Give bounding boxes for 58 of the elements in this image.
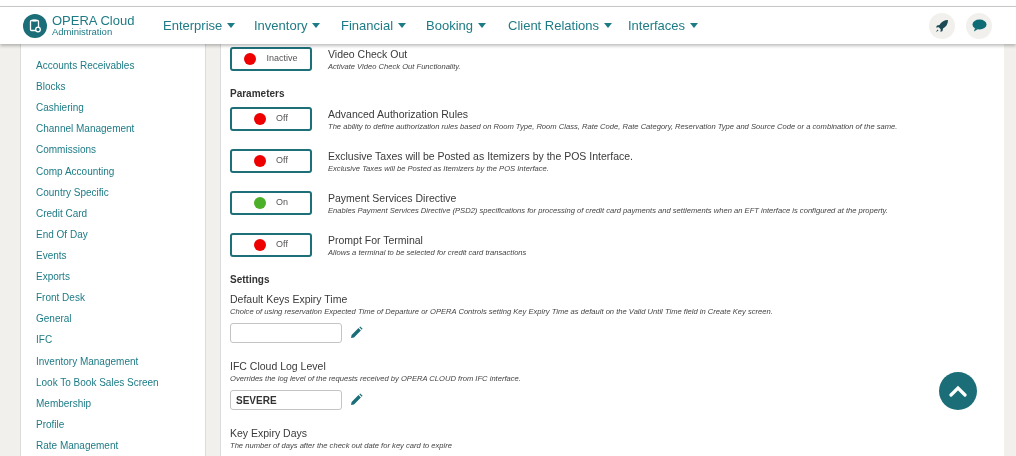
nav-menu[interactable]: Booking (426, 15, 508, 36)
sidebar-link[interactable]: Events (36, 245, 205, 267)
caret-icon (227, 23, 236, 28)
sidebar-link[interactable]: Exports (36, 266, 205, 288)
sidebar-link[interactable]: Comp Accounting (36, 160, 205, 182)
setting-title: IFC Cloud Log Level (230, 359, 327, 373)
caret-icon (690, 23, 699, 28)
setting-title: Video Check Out (328, 47, 409, 61)
sidebar-link[interactable]: Cashiering (36, 97, 205, 119)
sidebar-link[interactable]: Credit Card (36, 202, 205, 224)
status-toggle[interactable]: Off (230, 149, 312, 173)
sidebar-link[interactable]: IFC (36, 329, 205, 351)
sidebar-link[interactable]: Look To Book Sales Screen (36, 371, 205, 393)
pencil-icon[interactable] (349, 326, 363, 340)
status-toggle[interactable]: Inactive (230, 47, 312, 71)
chevron-up-icon (949, 385, 967, 397)
sidebar-link[interactable]: Channel Management (36, 118, 205, 140)
nav-menu[interactable]: Interfaces (628, 15, 708, 36)
caret-icon (312, 23, 321, 28)
section-heading: Parameters (230, 87, 286, 101)
clipboard-gear-icon (23, 13, 47, 38)
status-toggle[interactable]: On (230, 191, 312, 215)
rocket-icon (935, 18, 949, 33)
input-field[interactable]: SEVERE (230, 390, 342, 410)
setting-title: Prompt For Terminal (328, 233, 424, 247)
sidebar-link[interactable]: Rate Management (36, 434, 205, 456)
app-subtitle: Administration (52, 27, 114, 37)
caret-icon (478, 23, 486, 28)
sidebar-link[interactable]: Inventory Management (36, 350, 205, 372)
nav-menu[interactable]: Inventory (254, 15, 341, 36)
nav-menu[interactable]: Client Relations (508, 15, 628, 36)
status-toggle[interactable]: Off (230, 233, 312, 257)
caret-icon (398, 23, 407, 28)
caret-icon (604, 23, 613, 28)
sidebar-link[interactable]: Country Specific (36, 181, 205, 203)
sidebar-link[interactable]: End Of Day (36, 223, 205, 245)
rocket-button[interactable] (929, 12, 955, 39)
section-heading: Settings (230, 273, 271, 287)
setting-title: Advanced Authorization Rules (328, 107, 470, 121)
chat-button[interactable] (966, 12, 992, 39)
nav-menu[interactable]: Financial (341, 15, 426, 36)
app-title: OPERA Cloud (52, 14, 135, 28)
setting-title: Default Keys Expiry Time (230, 292, 349, 306)
sidebar-link[interactable]: Membership (36, 392, 205, 414)
setting-title: Exclusive Taxes will be Posted as Itemizers by the POS Interface. (328, 149, 634, 163)
input-field[interactable] (230, 323, 342, 343)
pencil-icon[interactable] (349, 393, 363, 407)
sidebar-link[interactable]: Profile (36, 413, 205, 435)
sidebar-link[interactable]: Accounts Receivables (36, 55, 205, 77)
setting-title: Key Expiry Days (230, 426, 309, 440)
status-toggle[interactable]: Off (230, 107, 312, 131)
sidebar-link[interactable]: General (36, 308, 205, 330)
sidebar-link[interactable]: Front Desk (36, 287, 205, 309)
nav-menu[interactable]: Enterprise (163, 15, 254, 36)
sidebar-link[interactable]: Blocks (36, 76, 205, 98)
setting-title: Payment Services Directive (328, 191, 458, 205)
sidebar-link[interactable]: Commissions (36, 139, 205, 161)
speech-bubble-icon (971, 19, 987, 32)
